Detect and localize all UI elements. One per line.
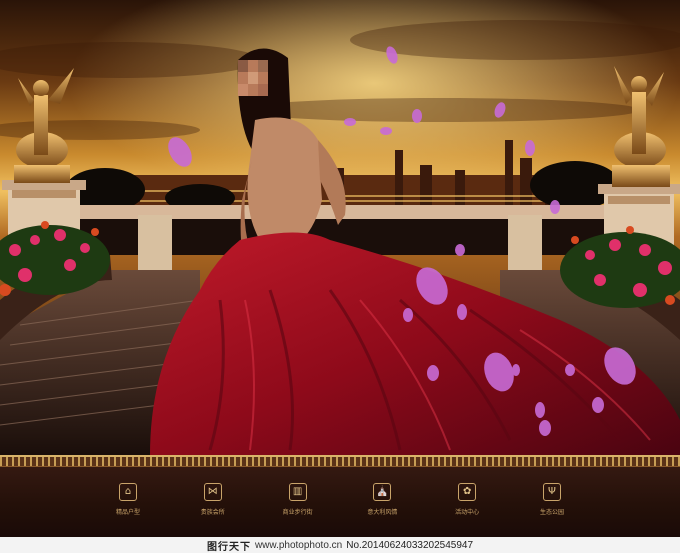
poster: ⌂ 精品户型 ⋈ 贵族会所 ▥ 商业步行街 ⛪ 意大利风情 ✿ 活动中心 Ψ 生… [0,0,680,553]
nav-menu: ⌂ 精品户型 ⋈ 贵族会所 ▥ 商业步行街 ⛪ 意大利风情 ✿ 活动中心 Ψ 生… [100,483,580,531]
watermark-number: No.20140624033202545947 [346,539,474,551]
nav-item-shopping-street[interactable]: ▥ 商业步行街 [270,483,326,531]
nav-item-clubhouse[interactable]: ⋈ 贵族会所 [185,483,241,531]
nav-item-label: 精品户型 [115,509,140,516]
nav-item-italian-style[interactable]: ⛪ 意大利风情 [354,483,410,531]
pixelated-face [238,60,268,96]
nav-item-label: 意大利风情 [367,509,398,516]
church-icon: ⛪ [373,483,392,501]
bowtie-icon: ⋈ [203,483,222,501]
building-icon: ▥ [288,483,307,501]
nav-item-label: 贵族会所 [200,509,225,516]
nav-item-activity-center[interactable]: ✿ 活动中心 [439,483,495,531]
house-icon: ⌂ [119,483,137,501]
watermark-url: www.photophoto.cn [254,539,343,551]
leaf-icon: Ψ [542,483,561,501]
bottom-navigation-bar: ⌂ 精品户型 ⋈ 贵族会所 ▥ 商业步行街 ⛪ 意大利风情 ✿ 活动中心 Ψ 生… [0,455,680,537]
flower-icon: ✿ [458,483,477,501]
nav-item-label: 活动中心 [455,509,480,516]
nav-item-floor-plans[interactable]: ⌂ 精品户型 [100,483,156,531]
watermark-brand: 图行天下 [206,541,251,553]
nav-item-eco-park[interactable]: Ψ 生态公园 [524,483,580,531]
scene-illustration [0,0,680,455]
watermark-strip: 图行天下 www.photophoto.cn No.20140624033202… [0,537,680,553]
nav-item-label: 生态公园 [539,509,564,516]
nav-item-label: 商业步行街 [282,509,313,516]
ornamental-border [0,455,680,467]
